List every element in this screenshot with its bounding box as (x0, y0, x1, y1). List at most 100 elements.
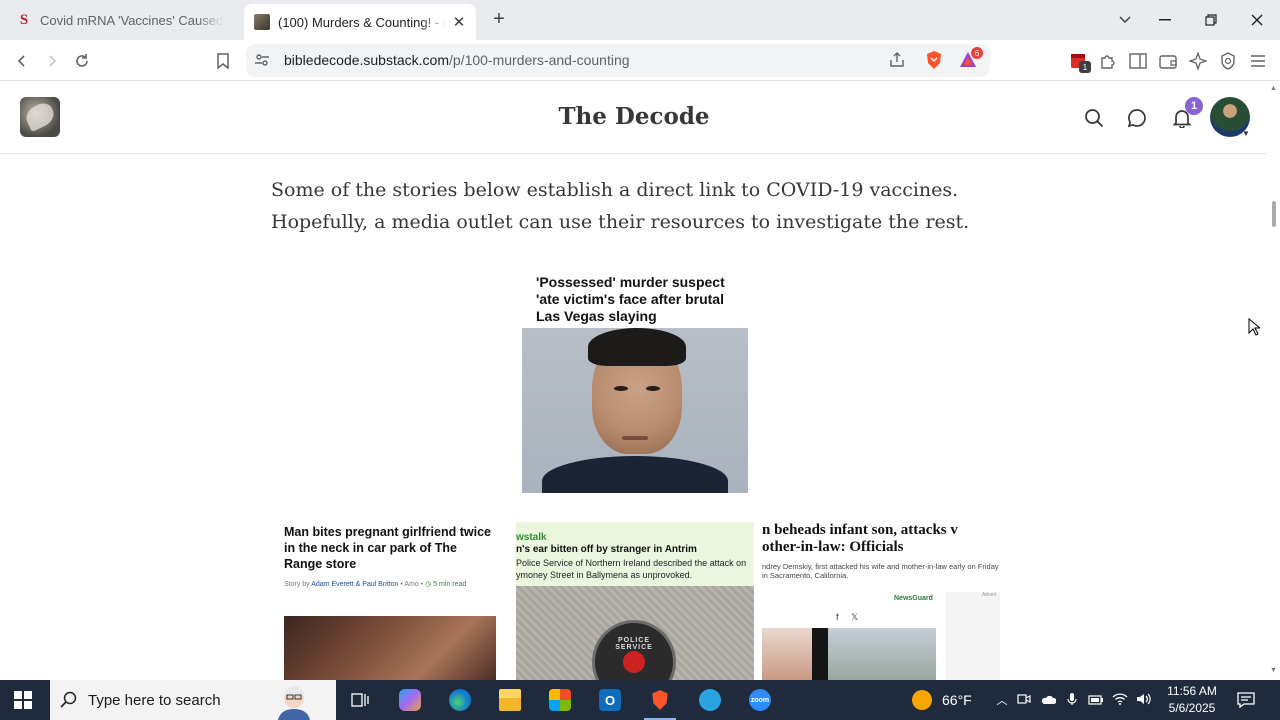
advert-label: Advert (982, 592, 997, 598)
scroll-up-icon[interactable]: ▲ (1270, 85, 1277, 92)
clock-time: 11:56 AM (1167, 684, 1217, 698)
advert-placeholder (946, 592, 1000, 680)
new-tab-icon[interactable]: + (488, 8, 510, 30)
photo-mouth (622, 436, 648, 440)
news-screenshot-range-store[interactable]: Man bites pregnant girlfriend twice in t… (284, 522, 496, 680)
mugshot-photo (522, 328, 748, 493)
bookmark-icon[interactable] (209, 47, 237, 75)
extension-calendar-icon[interactable]: 1 (1065, 47, 1093, 75)
news-headline-line2: other-in-law: Officials (762, 539, 904, 555)
menu-icon[interactable] (1244, 47, 1272, 75)
weather-temp: 66°F (942, 692, 972, 708)
tab-murders-counting[interactable]: (100) Murders & Counting! - by ✕ (244, 4, 476, 40)
chevron-down-icon[interactable]: ▼ (1242, 129, 1250, 138)
wallet-icon[interactable] (1154, 47, 1182, 75)
photo-hair (588, 328, 686, 366)
weather-widget[interactable]: 66°F (912, 680, 972, 720)
brave-shields-icon[interactable] (924, 50, 944, 75)
microsoft-store-icon[interactable] (538, 684, 582, 716)
taskbar-clock[interactable]: 11:56 AM 5/6/2025 (1164, 683, 1220, 717)
url-path: /p/100-murders-and-counting (449, 52, 630, 68)
windows-start-icon[interactable] (14, 691, 32, 709)
vpn-icon[interactable] (1214, 47, 1242, 75)
telegram-icon[interactable] (688, 684, 732, 716)
read-time: 5 min read (433, 581, 467, 588)
notification-center-icon[interactable] (1236, 680, 1256, 720)
news-screenshot-sacramento[interactable]: n beheads infant son, attacks v other-in… (762, 522, 1000, 680)
rewards-badge: 6 (971, 47, 983, 59)
news-photo (828, 628, 936, 680)
x-icon: 𝕏 (851, 612, 859, 622)
windows-taskbar: Type here to search O zoom 66°F ︿ 11:56 … (0, 680, 1280, 720)
site-header: The Decode 1 ▼ (0, 81, 1268, 154)
photo-shirt (542, 456, 728, 493)
sidebar-icon[interactable] (1124, 47, 1152, 75)
task-view-icon[interactable] (338, 684, 382, 716)
url-text: bibledecode.substack.com/p/100-murders-a… (284, 52, 630, 68)
close-window-icon[interactable] (1243, 6, 1271, 34)
forward-icon[interactable] (38, 47, 66, 75)
close-tab-icon[interactable]: ✕ (450, 13, 468, 31)
extension-badge: 1 (1079, 61, 1091, 73)
wifi-icon[interactable] (1108, 692, 1132, 708)
badge-text: POLICE SERVICE (615, 637, 653, 651)
search-icon (60, 691, 78, 714)
clock-date: 5/6/2025 (1168, 701, 1216, 715)
news-screenshot-main[interactable]: 'Possessed' murder suspect 'ate victim's… (522, 268, 748, 493)
news-screenshot-antrim[interactable]: wstalk n's ear bitten off by stranger in… (516, 522, 754, 680)
back-icon[interactable] (8, 47, 36, 75)
volume-icon[interactable] (1132, 692, 1156, 709)
tab-search-chevron-icon[interactable] (1111, 6, 1139, 34)
site-info-icon[interactable] (254, 52, 270, 73)
browser-toolbar: bibledecode.substack.com/p/100-murders-a… (0, 40, 1280, 81)
news-headline: Man bites pregnant girlfriend twice in t… (284, 525, 491, 571)
photo-eye (614, 386, 628, 391)
meet-now-icon[interactable] (1012, 692, 1036, 708)
byline-authors: Adam Everett & Paul Britton (311, 581, 399, 588)
clock-icon: ◷ (425, 581, 432, 588)
tab-title: (100) Murders & Counting! - by (278, 14, 446, 30)
tab-covid-mrna[interactable]: S Covid mRNA 'Vaccines' Caused 'Ala (0, 0, 240, 40)
news-photo (284, 616, 496, 680)
news-byline: Story by Adam Everett & Paul Britton • A… (284, 580, 496, 588)
minimize-icon[interactable] (1151, 6, 1179, 34)
leo-ai-icon[interactable] (1184, 47, 1212, 75)
share-icon[interactable] (888, 51, 906, 74)
tab-title: Covid mRNA 'Vaccines' Caused 'Ala (40, 12, 224, 28)
news-dek: Police Service of Northern Ireland descr… (516, 558, 747, 580)
search-icon[interactable] (1081, 105, 1107, 131)
zoom-icon[interactable]: zoom (738, 684, 782, 716)
reload-icon[interactable] (68, 47, 96, 75)
page-scrollbar[interactable]: ▲ ▼ (1268, 81, 1280, 680)
edge-icon[interactable] (438, 684, 482, 716)
news-headline: n's ear bitten off by stranger in Antrim (516, 544, 697, 555)
news-photo (762, 628, 812, 680)
scroll-thumb[interactable] (1272, 201, 1276, 227)
url-domain: bibledecode.substack.com (284, 52, 449, 68)
file-explorer-icon[interactable] (488, 684, 532, 716)
photo-eye (646, 386, 660, 391)
chat-icon[interactable] (1124, 105, 1150, 131)
sun-icon (912, 690, 932, 710)
onedrive-icon[interactable] (1036, 692, 1060, 708)
substack-favicon-icon: S (19, 11, 29, 28)
brave-browser-icon[interactable] (638, 684, 682, 720)
restore-icon[interactable] (1197, 6, 1225, 34)
address-bar[interactable]: bibledecode.substack.com/p/100-murders-a… (246, 44, 990, 77)
newsguard-label: NewsGuard (894, 595, 933, 602)
page-favicon-icon (254, 14, 270, 30)
news-dek-line1: ndrey Demskiy, first attacked his wife a… (762, 562, 999, 571)
news-dek-line2: in Sacramento, California. (762, 571, 849, 580)
badge-crest (623, 651, 645, 673)
publication-title[interactable]: The Decode (0, 103, 1268, 130)
battery-icon[interactable] (1084, 692, 1108, 708)
search-placeholder: Type here to search (88, 692, 221, 709)
chevron-up-icon[interactable]: ︿ (992, 692, 1012, 708)
news-dek: ndrey Demskiy, first attacked his wife a… (762, 562, 1000, 580)
outlook-icon[interactable]: O (588, 684, 632, 716)
extensions-puzzle-icon[interactable] (1094, 47, 1122, 75)
microphone-icon[interactable] (1060, 692, 1084, 709)
copilot-icon[interactable] (388, 684, 432, 716)
news-source: wstalk (516, 532, 547, 543)
scroll-down-icon[interactable]: ▼ (1270, 667, 1277, 674)
